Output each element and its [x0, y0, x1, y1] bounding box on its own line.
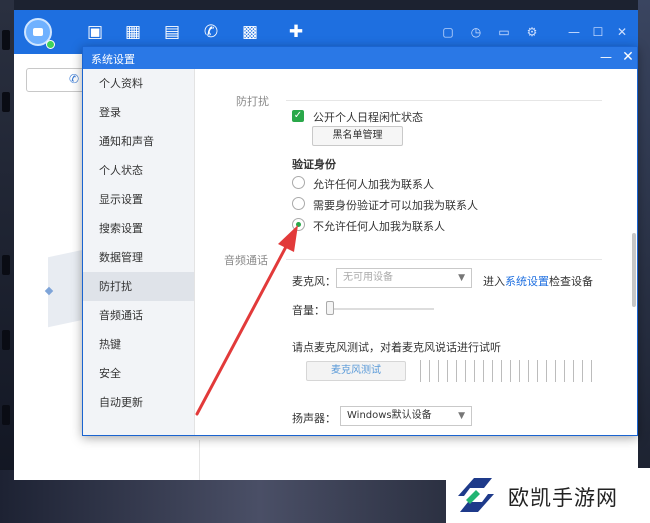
radio-deny-all[interactable] [292, 218, 305, 231]
verify-heading: 验证身份 [292, 158, 336, 171]
desktop-shortcut-icon [2, 255, 10, 275]
nav-item-display[interactable]: 显示设置 [83, 185, 194, 214]
chat-icon[interactable]: ▣ [85, 22, 105, 42]
nav-item-dnd[interactable]: 防打扰 [83, 272, 194, 301]
close-icon[interactable]: ✕ [614, 24, 630, 40]
nav-item-hotkeys[interactable]: 热键 [83, 330, 194, 359]
option-require-verification: 需要身份验证才可以加我为联系人 [313, 199, 478, 212]
minimize-icon[interactable]: — [566, 24, 582, 40]
mic-hint: 进入系统设置检查设备 [483, 273, 593, 289]
speaker-label: 扬声器： [292, 412, 336, 425]
calendar-icon[interactable]: ▦ [123, 22, 143, 42]
add-icon[interactable]: ✚ [286, 22, 306, 42]
option-allow-anyone: 允许任何人加我为联系人 [313, 178, 434, 191]
mic-test-button[interactable]: 麦克风测试 [306, 361, 406, 381]
system-settings-link[interactable]: 系统设置 [505, 275, 549, 288]
history-icon[interactable]: ◷ [468, 24, 484, 40]
mic-test-prompt: 请点麦克风测试，对着麦克风说话进行试听 [292, 341, 501, 354]
nav-item-notifications[interactable]: 通知和声音 [83, 127, 194, 156]
mic-hint-suffix: 检查设备 [549, 275, 593, 288]
volume-label: 音量： [292, 304, 325, 317]
app-left-panel [14, 98, 88, 480]
nav-item-data[interactable]: 数据管理 [83, 243, 194, 272]
desktop-shortcut-icon [2, 405, 10, 425]
settings-content: 防打扰 ✓ 公开个人日程闲忙状态 黑名单管理 验证身份 允许任何人加我为联系人 … [196, 69, 626, 435]
chevron-down-icon: ▼ [458, 273, 465, 283]
nav-item-login[interactable]: 登录 [83, 98, 194, 127]
section-title-audio: 音频通话 [224, 254, 268, 267]
nav-item-auto-update[interactable]: 自动更新 [83, 388, 194, 417]
mic-select[interactable]: 无可用设备 ▼ [336, 268, 472, 288]
desktop-shortcut-icon [2, 330, 10, 350]
mic-level-meter [420, 360, 600, 382]
mic-hint-prefix: 进入 [483, 275, 505, 288]
section-title-dnd: 防打扰 [236, 95, 269, 108]
nav-item-search[interactable]: 搜索设置 [83, 214, 194, 243]
section-divider [286, 100, 602, 101]
settings-gear-icon[interactable]: ⚙ [524, 24, 540, 40]
dialog-titlebar[interactable]: 系统设置 — ✕ [83, 47, 637, 69]
nav-item-security[interactable]: 安全 [83, 359, 194, 388]
desktop-right-edge [638, 0, 650, 523]
dialog-title: 系统设置 [91, 53, 135, 66]
minimize-icon[interactable]: — [599, 49, 613, 65]
volume-slider-handle[interactable] [326, 301, 334, 315]
radio-require-verification[interactable] [292, 197, 305, 210]
public-schedule-checkbox[interactable]: ✓ [292, 110, 304, 122]
speaker-select[interactable]: Windows默认设备 ▼ [340, 406, 472, 426]
section-divider [286, 259, 602, 260]
nav-item-profile[interactable]: 个人资料 [83, 69, 194, 98]
site-watermark: 欧凯手游网 [446, 468, 650, 523]
watermark-text: 欧凯手游网 [508, 486, 618, 510]
maximize-icon[interactable]: ☐ [590, 24, 606, 40]
nav-item-audio[interactable]: 音频通话 [83, 301, 194, 330]
content-scrollbar[interactable] [632, 233, 636, 307]
blacklist-button[interactable]: 黑名单管理 [312, 126, 403, 146]
folder-icon[interactable]: ▭ [496, 24, 512, 40]
close-icon[interactable]: ✕ [621, 49, 635, 65]
online-status-icon [46, 40, 55, 49]
radio-allow-anyone[interactable] [292, 176, 305, 189]
volume-slider-track[interactable] [326, 308, 434, 310]
speaker-select-value: Windows默认设备 [347, 410, 432, 421]
public-schedule-label: 公开个人日程闲忙状态 [313, 111, 423, 124]
desktop-left-edge [0, 0, 14, 523]
settings-nav: 个人资料 登录 通知和声音 个人状态 显示设置 搜索设置 数据管理 防打扰 音频… [83, 69, 195, 435]
phone-icon[interactable]: ✆ [201, 22, 221, 42]
settings-dialog: 系统设置 — ✕ 个人资料 登录 通知和声音 个人状态 显示设置 搜索设置 数据… [82, 46, 638, 436]
nav-item-status[interactable]: 个人状态 [83, 156, 194, 185]
divider [199, 440, 200, 480]
option-deny-all: 不允许任何人加我为联系人 [313, 220, 445, 233]
chevron-down-icon: ▼ [458, 411, 465, 421]
phone-icon: ✆ [69, 72, 80, 86]
contacts-icon[interactable]: ▤ [162, 22, 182, 42]
site-logo-icon [458, 478, 494, 512]
mic-label: 麦克风： [292, 275, 336, 288]
desktop-shortcut-icon [2, 92, 10, 112]
apps-icon[interactable]: ▩ [240, 22, 260, 42]
notes-icon[interactable]: ▢ [440, 24, 456, 40]
mic-select-value: 无可用设备 [343, 272, 393, 283]
desktop-shortcut-icon [2, 30, 10, 50]
